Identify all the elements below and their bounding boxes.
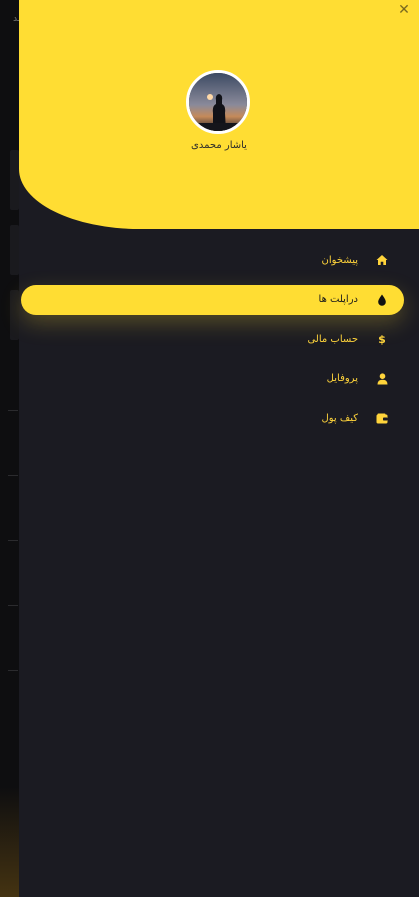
background-divider [8, 670, 18, 671]
menu-item-label: پروفایل [326, 373, 358, 384]
background-card [10, 225, 19, 275]
wallet-icon [374, 410, 390, 426]
drawer-header: ✕ یاشار محمدی [19, 0, 419, 229]
drawer-menu: پیشخوان دراپلت ها $ حساب مالی پروفایل کی… [19, 245, 419, 443]
close-icon[interactable]: ✕ [396, 2, 412, 18]
background-card [10, 290, 19, 340]
user-name: یاشار محمدی [191, 140, 247, 151]
menu-item-label: پیشخوان [321, 254, 358, 266]
background-glow [0, 787, 19, 897]
dollar-icon: $ [378, 332, 386, 346]
background-divider [8, 475, 18, 476]
menu-item-wallet[interactable]: کیف پول [21, 403, 404, 433]
background-page: ـد [0, 0, 20, 897]
menu-item-dashboard[interactable]: پیشخوان [21, 245, 404, 275]
background-divider [8, 605, 18, 606]
avatar[interactable] [186, 70, 250, 134]
home-icon [374, 252, 390, 268]
background-divider [8, 540, 18, 541]
avatar-image [189, 73, 247, 131]
user-icon [374, 371, 390, 387]
menu-item-droplets[interactable]: دراپلت ها [21, 284, 404, 315]
droplet-icon [374, 292, 390, 308]
side-drawer: ✕ یاشار محمدی پیشخوان دراپلت ها $ حساب م… [19, 0, 419, 897]
background-card [10, 150, 19, 210]
background-divider [8, 410, 18, 411]
menu-item-profile[interactable]: پروفایل [21, 364, 404, 394]
menu-item-label: حساب مالی [307, 333, 358, 345]
menu-item-finance[interactable]: $ حساب مالی [21, 324, 404, 354]
menu-item-label: دراپلت ها [318, 294, 358, 305]
menu-item-label: کیف پول [321, 412, 358, 424]
